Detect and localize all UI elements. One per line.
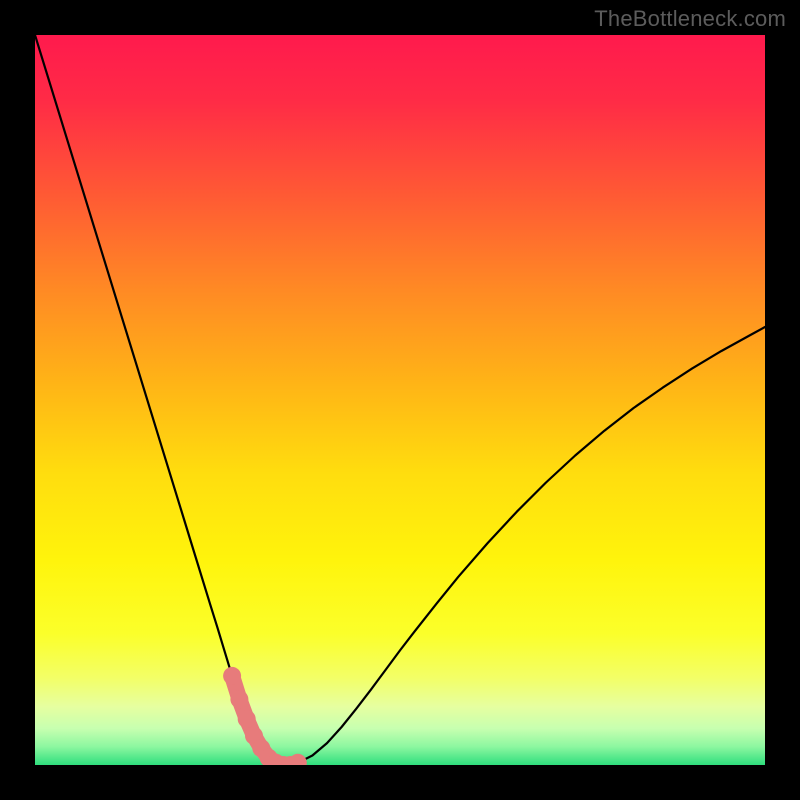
watermark-text: TheBottleneck.com — [594, 6, 786, 32]
curve-data-point — [223, 667, 241, 685]
curve-data-point — [289, 754, 307, 765]
plot-area — [35, 35, 765, 765]
curve-data-point — [230, 690, 248, 708]
curve-data-point — [238, 710, 256, 728]
chart-frame: TheBottleneck.com — [0, 0, 800, 800]
bottleneck-curve — [35, 35, 765, 765]
curve-marker-dots — [223, 667, 307, 765]
